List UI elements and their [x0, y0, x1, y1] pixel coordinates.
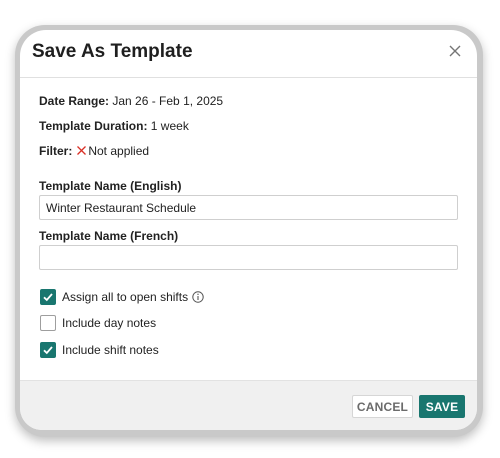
checkmark-icon — [43, 346, 53, 355]
date-range-value: Jan 26 - Feb 1, 2025 — [112, 94, 224, 108]
cancel-button[interactable]: CANCEL — [352, 395, 413, 418]
include-day-notes-option[interactable]: Include day notes — [40, 315, 156, 331]
save-button[interactable]: SAVE — [419, 395, 465, 418]
date-range-label: Date Range: — [39, 94, 110, 108]
assign-open-shifts-checkbox[interactable] — [40, 289, 56, 305]
close-icon[interactable] — [447, 43, 463, 59]
x-icon — [77, 146, 87, 155]
duration-row: Template Duration: 1 week — [39, 119, 189, 133]
dialog-header: Save As Template — [20, 30, 477, 78]
assign-open-shifts-option[interactable]: Assign all to open shifts — [40, 289, 204, 305]
include-shift-notes-option[interactable]: Include shift notes — [40, 342, 159, 358]
save-template-dialog: Save As Template Date Range: Jan 26 - Fe… — [20, 30, 477, 430]
duration-value: 1 week — [150, 119, 189, 133]
include-day-notes-checkbox[interactable] — [40, 315, 56, 331]
assign-open-shifts-label: Assign all to open shifts — [62, 290, 189, 304]
dialog-title: Save As Template — [32, 41, 193, 62]
filter-label: Filter: — [39, 144, 73, 158]
template-name-english-label: Template Name (English) — [39, 179, 182, 193]
filter-row: Filter: Not applied — [39, 144, 149, 158]
template-name-french-input[interactable] — [39, 245, 458, 270]
include-shift-notes-label: Include shift notes — [62, 343, 159, 357]
template-name-english-input[interactable] — [39, 195, 458, 220]
duration-label: Template Duration: — [39, 119, 148, 133]
date-range-row: Date Range: Jan 26 - Feb 1, 2025 — [39, 94, 223, 108]
info-icon[interactable] — [192, 291, 204, 303]
include-day-notes-label: Include day notes — [62, 316, 157, 330]
filter-value: Not applied — [88, 144, 150, 158]
template-name-french-label: Template Name (French) — [39, 229, 179, 243]
include-shift-notes-checkbox[interactable] — [40, 342, 56, 358]
dialog-footer: CANCEL SAVE — [20, 380, 477, 430]
checkmark-icon — [43, 293, 53, 302]
